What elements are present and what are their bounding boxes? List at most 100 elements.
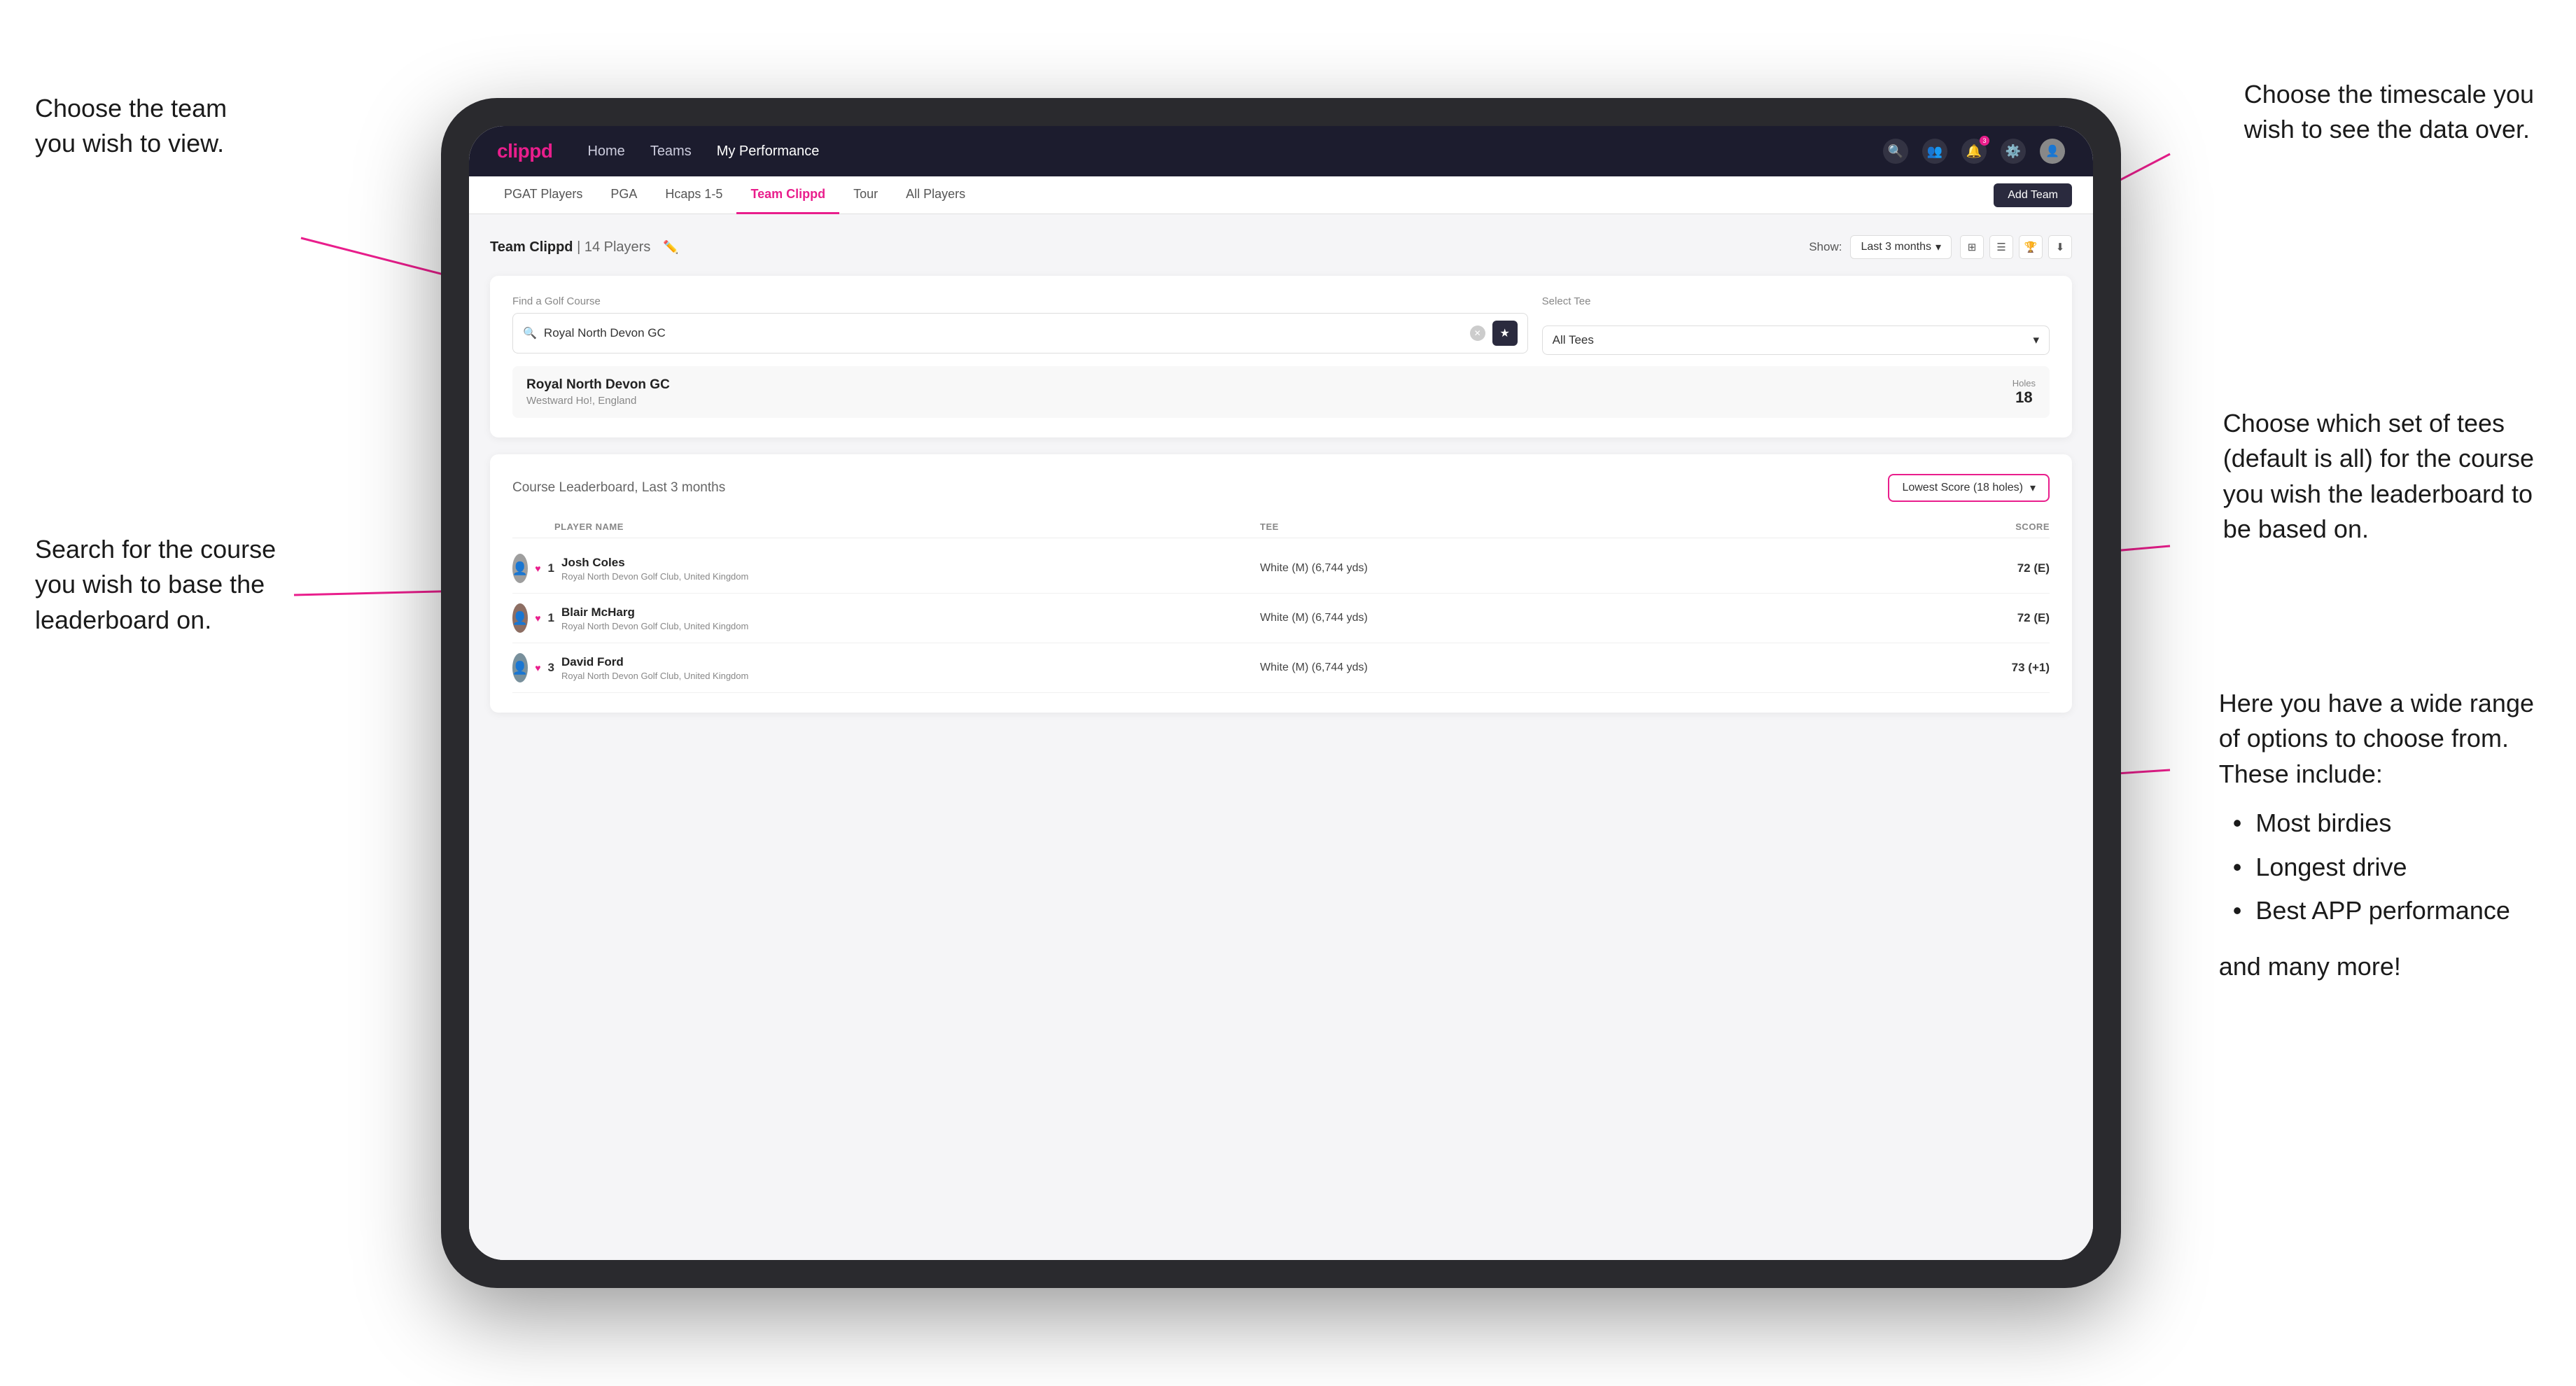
- player-score-3: 73 (+1): [1966, 661, 2050, 675]
- user-avatar[interactable]: 👤: [2040, 139, 2065, 164]
- table-header: PLAYER NAME TEE SCORE: [512, 516, 2050, 538]
- people-icon[interactable]: 👥: [1922, 139, 1947, 164]
- bullet-2: • Longest drive: [2233, 850, 2534, 885]
- course-info: Royal North Devon GC Westward Ho!, Engla…: [526, 377, 670, 407]
- player-score-1: 72 (E): [1966, 561, 2050, 575]
- player-rank-3: 👤 ♥ 3: [512, 653, 554, 682]
- rank-num-2: 1: [548, 611, 554, 625]
- score-dropdown[interactable]: Lowest Score (18 holes) ▾: [1888, 474, 2050, 502]
- tee-dropdown[interactable]: All Tees ▾: [1542, 326, 2050, 355]
- player-rank-1: 👤 ♥ 1: [512, 554, 554, 583]
- content-area: Team Clippd | 14 Players ✏️ Show: Last 3…: [469, 214, 2093, 1260]
- notification-badge: 3: [1980, 136, 1989, 146]
- search-clear-btn[interactable]: ✕: [1470, 326, 1485, 341]
- grid-view-btn[interactable]: ⊞: [1960, 235, 1984, 259]
- player-rank-2: 👤 ♥ 1: [512, 603, 554, 633]
- score-option: Lowest Score (18 holes): [1902, 482, 2023, 494]
- player-name-2: Blair McHarg: [561, 606, 1260, 620]
- annotation-middle-left-text: Search for the courseyou wish to base th…: [35, 535, 276, 634]
- edit-icon[interactable]: ✏️: [663, 240, 678, 255]
- nav-link-home[interactable]: Home: [587, 144, 624, 160]
- table-row: 👤 ♥ 1 Blair McHarg Royal North Devon Gol…: [512, 594, 2050, 643]
- subnav-all-players[interactable]: All Players: [892, 176, 979, 214]
- player-club-1: Royal North Devon Golf Club, United King…: [561, 571, 1260, 582]
- team-title: Team Clippd | 14 Players: [490, 239, 650, 255]
- player-tee-2: White (M) (6,744 yds): [1260, 612, 1966, 624]
- team-header: Team Clippd | 14 Players ✏️ Show: Last 3…: [490, 235, 2072, 259]
- player-info-2: Blair McHarg Royal North Devon Golf Club…: [554, 606, 1260, 631]
- holes-label: Holes: [2012, 378, 2036, 388]
- settings-icon[interactable]: ⚙️: [2001, 139, 2026, 164]
- annotation-top-right-text: Choose the timescale youwish to see the …: [2244, 80, 2534, 144]
- player-score-2: 72 (E): [1966, 611, 2050, 625]
- subnav: PGAT Players PGA Hcaps 1-5 Team Clippd T…: [469, 176, 2093, 214]
- find-label: Find a Golf Course: [512, 295, 1528, 307]
- subnav-tour[interactable]: Tour: [839, 176, 892, 214]
- player-tee-1: White (M) (6,744 yds): [1260, 562, 1966, 575]
- tee-chevron: ▾: [2033, 333, 2039, 347]
- leaderboard-title: Course Leaderboard, Last 3 months: [512, 480, 725, 496]
- search-value: Royal North Devon GC: [544, 326, 1463, 340]
- score-chevron: ▾: [2030, 481, 2036, 495]
- tablet-inner: clippd Home Teams My Performance 🔍 👥 🔔 3…: [469, 126, 2093, 1260]
- search-input-wrap[interactable]: 🔍 Royal North Devon GC ✕ ★: [512, 313, 1528, 354]
- leaderboard-subtitle: Last 3 months: [642, 480, 725, 495]
- heart-3: ♥: [535, 662, 540, 673]
- annotation-bottom-right: Here you have a wide rangeof options to …: [2219, 686, 2534, 985]
- avatar-1: 👤: [512, 554, 528, 583]
- annotation-middle-right-text: Choose which set of tees(default is all)…: [2223, 409, 2534, 543]
- list-view-btn[interactable]: ☰: [1989, 235, 2013, 259]
- table-row: 👤 ♥ 3 David Ford Royal North Devon Golf …: [512, 643, 2050, 693]
- player-name-3: David Ford: [561, 655, 1260, 669]
- course-name: Royal North Devon GC: [526, 377, 670, 393]
- nav-links: Home Teams My Performance: [587, 144, 1883, 160]
- rank-num-1: 1: [548, 561, 554, 575]
- view-icons: ⊞ ☰ 🏆 ⬇: [1960, 235, 2072, 259]
- tablet-device: clippd Home Teams My Performance 🔍 👥 🔔 3…: [441, 98, 2121, 1288]
- nav-link-performance[interactable]: My Performance: [717, 144, 820, 160]
- search-star-btn[interactable]: ★: [1492, 321, 1518, 346]
- bell-icon[interactable]: 🔔 3: [1961, 139, 1987, 164]
- add-team-button[interactable]: Add Team: [1994, 183, 2072, 207]
- subnav-pga[interactable]: PGA: [596, 176, 651, 214]
- col-tee: TEE: [1260, 522, 1966, 532]
- download-btn[interactable]: ⬇: [2048, 235, 2072, 259]
- player-table: PLAYER NAME TEE SCORE 👤 ♥ 1: [512, 516, 2050, 693]
- nav-link-teams[interactable]: Teams: [650, 144, 692, 160]
- subnav-hcaps[interactable]: Hcaps 1-5: [651, 176, 736, 214]
- trophy-btn[interactable]: 🏆: [2019, 235, 2043, 259]
- course-location: Westward Ho!, England: [526, 395, 670, 407]
- heart-2: ♥: [535, 612, 540, 624]
- show-label: Show:: [1809, 240, 1842, 254]
- show-value: Last 3 months: [1861, 241, 1931, 253]
- leaderboard-card: Course Leaderboard, Last 3 months Lowest…: [490, 454, 2072, 713]
- avatar-3: 👤: [512, 653, 528, 682]
- tee-col: Select Tee All Tees ▾: [1542, 295, 2050, 355]
- subnav-pgat[interactable]: PGAT Players: [490, 176, 596, 214]
- nav-icons: 🔍 👥 🔔 3 ⚙️ 👤: [1883, 139, 2065, 164]
- course-holes: Holes 18: [2012, 378, 2036, 407]
- search-icon[interactable]: 🔍: [1883, 139, 1908, 164]
- player-name-1: Josh Coles: [561, 556, 1260, 570]
- player-info-3: David Ford Royal North Devon Golf Club, …: [554, 655, 1260, 681]
- rank-num-3: 3: [548, 661, 554, 675]
- annotation-top-right: Choose the timescale youwish to see the …: [2244, 77, 2534, 148]
- search-col: Find a Golf Course 🔍 Royal North Devon G…: [512, 295, 1528, 354]
- show-dropdown[interactable]: Last 3 months ▾: [1850, 235, 1952, 259]
- search-icon-inner: 🔍: [523, 326, 537, 340]
- search-section: Find a Golf Course 🔍 Royal North Devon G…: [512, 295, 2050, 355]
- player-club-3: Royal North Devon Golf Club, United King…: [561, 671, 1260, 681]
- leaderboard-title-main: Course Leaderboard,: [512, 480, 638, 495]
- annotation-middle-left: Search for the courseyou wish to base th…: [35, 532, 276, 638]
- subnav-team-clippd[interactable]: Team Clippd: [736, 176, 839, 214]
- player-count: | 14 Players: [577, 239, 650, 255]
- team-show: Show: Last 3 months ▾ ⊞ ☰ 🏆 ⬇: [1809, 235, 2072, 259]
- col-player-name: PLAYER NAME: [554, 522, 1260, 532]
- bullet-1: • Most birdies: [2233, 806, 2534, 841]
- col-score: SCORE: [1966, 522, 2050, 532]
- tee-label: Select Tee: [1542, 295, 2050, 307]
- tablet-screen: clippd Home Teams My Performance 🔍 👥 🔔 3…: [469, 126, 2093, 1260]
- player-info-1: Josh Coles Royal North Devon Golf Club, …: [554, 556, 1260, 582]
- annotation-footer: and many more!: [2219, 949, 2534, 984]
- player-club-2: Royal North Devon Golf Club, United King…: [561, 621, 1260, 631]
